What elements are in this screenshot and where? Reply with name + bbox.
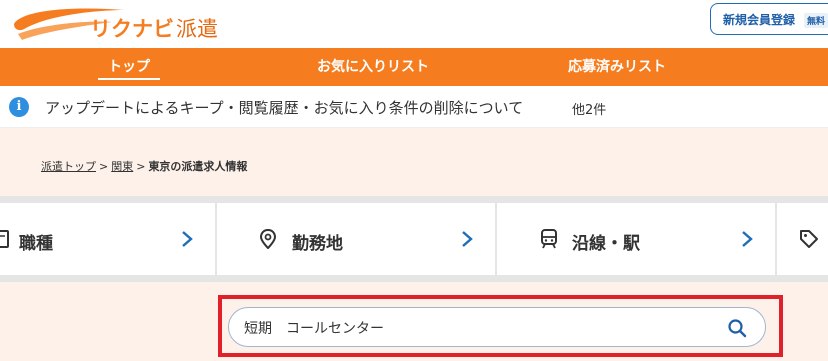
divider (0, 196, 828, 203)
category-location[interactable]: 勤務地 (217, 203, 495, 275)
divider (0, 275, 828, 282)
tab-favorites-label: お気に入りリスト (317, 59, 429, 75)
register-button[interactable]: 新規会員登録 無料 (710, 3, 828, 35)
free-badge: 無料 (804, 13, 828, 28)
tab-top[interactable]: トップ (98, 48, 160, 86)
header: リクナビ派遣 新規会員登録 無料 (0, 0, 828, 48)
category-row: 職種 勤務地 沿線・駅 (0, 203, 828, 275)
location-pin-icon (259, 229, 277, 249)
logo-main: リクナビ (90, 17, 174, 41)
search-icon[interactable] (727, 318, 747, 338)
chevron-right-icon (742, 231, 753, 247)
tab-top-label: トップ (108, 59, 150, 75)
main-nav: トップ お気に入りリスト 応募済みリスト (0, 48, 828, 86)
active-tab-underline (98, 78, 160, 80)
document-icon (0, 230, 9, 248)
notice-bar[interactable]: i アップデートによるキープ・閲覧履歴・お気に入り条件の削除について 他2件 (0, 86, 828, 128)
category-job-type[interactable]: 職種 (0, 203, 215, 275)
category-job-type-label: 職種 (19, 234, 53, 254)
info-icon: i (9, 97, 29, 117)
tag-icon (800, 230, 818, 248)
train-icon (541, 229, 557, 249)
tab-applied[interactable]: 応募済みリスト (562, 48, 672, 86)
breadcrumb-link-kanto[interactable]: 関東 (111, 160, 133, 173)
notice-text[interactable]: アップデートによるキープ・閲覧履歴・お気に入り条件の削除について (45, 97, 523, 118)
breadcrumb-separator: > (136, 160, 146, 173)
chevron-right-icon (462, 231, 473, 247)
logo-sub: 派遣 (176, 17, 218, 41)
breadcrumb-separator: > (99, 160, 109, 173)
tab-applied-label: 応募済みリスト (568, 59, 666, 75)
breadcrumb-link-haken-top[interactable]: 派遣トップ (41, 160, 96, 173)
category-tag[interactable] (777, 203, 828, 275)
category-train-line[interactable]: 沿線・駅 (497, 203, 775, 275)
register-label: 新規会員登録 (723, 13, 796, 27)
breadcrumb: 派遣トップ > 関東 > 東京の派遣求人情報 (41, 158, 247, 174)
notice-count[interactable]: 他2件 (572, 99, 606, 118)
logo[interactable]: リクナビ派遣 (12, 4, 218, 44)
breadcrumb-current: 東京の派遣求人情報 (148, 160, 248, 173)
search-input[interactable]: 短期 コールセンター (228, 307, 766, 347)
breadcrumb-area: 派遣トップ > 関東 > 東京の派遣求人情報 (0, 128, 828, 196)
tab-favorites[interactable]: お気に入りリスト (310, 48, 436, 86)
category-train-line-label: 沿線・駅 (572, 234, 640, 254)
logo-text: リクナビ派遣 (90, 13, 218, 43)
chevron-right-icon (182, 231, 193, 247)
search-input-value: 短期 コールセンター (244, 321, 384, 337)
category-location-label: 勤務地 (292, 234, 343, 254)
